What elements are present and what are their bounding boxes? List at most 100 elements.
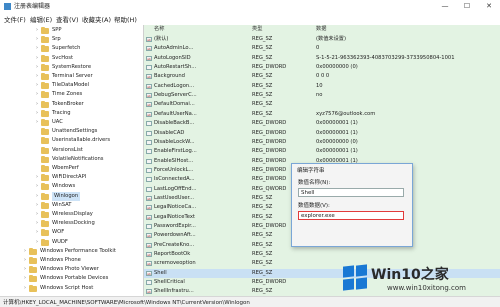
menu-file[interactable]: 文件(F): [4, 14, 26, 24]
win10-watermark: Win10之家 www.win10xitong.com: [343, 264, 500, 294]
value-name: PowerdownAft...: [154, 232, 196, 239]
folder-icon: [41, 27, 49, 34]
value-row[interactable]: AutoRestartSh... REG_DWORD 0x00000000 (0): [144, 63, 500, 72]
value-row[interactable]: ab ReportBootOk REG_SZ: [144, 250, 500, 259]
chevron-right-icon[interactable]: ›: [36, 201, 38, 210]
value-name: AutoAdminLo...: [154, 45, 194, 52]
folder-icon: [41, 174, 49, 182]
chevron-right-icon[interactable]: ›: [24, 274, 26, 283]
value-type: REG_SZ: [252, 269, 273, 276]
value-name: AutoRestartSh...: [154, 64, 197, 71]
value-row[interactable]: ab DefaultDomai... REG_SZ: [144, 100, 500, 109]
menu-edit[interactable]: 编辑(E): [30, 14, 52, 24]
menu-favorites[interactable]: 收藏夹(A): [82, 14, 111, 24]
value-data: 10: [316, 82, 323, 89]
value-row[interactable]: DisableCAD REG_DWORD 0x00000001 (1): [144, 129, 500, 138]
binary-value-icon: [146, 149, 152, 155]
chevron-right-icon[interactable]: ›: [36, 54, 38, 63]
value-type: REG_SZ: [252, 251, 273, 258]
value-row[interactable]: EnableFirstLog... REG_DWORD 0x00000001 (1): [144, 147, 500, 156]
value-row[interactable]: DisableBackB... REG_DWORD 0x00000001 (1): [144, 119, 500, 128]
chevron-right-icon[interactable]: ›: [36, 228, 38, 237]
chevron-right-icon[interactable]: ›: [36, 109, 38, 118]
string-value-icon: ab: [146, 205, 152, 211]
chevron-right-icon[interactable]: ›: [36, 238, 38, 247]
chevron-right-icon[interactable]: ›: [36, 182, 38, 191]
chevron-right-icon[interactable]: ›: [24, 284, 26, 293]
minimize-button[interactable]: —: [434, 0, 456, 13]
value-name: EnableFirstLog...: [154, 148, 197, 155]
chevron-right-icon[interactable]: ›: [36, 81, 38, 90]
tree-item-label: Tracing: [52, 109, 71, 116]
maximize-button[interactable]: ☐: [456, 0, 478, 13]
tree-item-label: SystemRestore: [52, 63, 92, 70]
chevron-right-icon[interactable]: ›: [36, 192, 38, 201]
tree-item-label: WOF: [52, 229, 65, 236]
value-data-field[interactable]: explorer.exe: [298, 211, 404, 220]
column-header-data[interactable]: 数据: [316, 25, 326, 34]
value-data: 0x00000000 (0): [316, 64, 358, 71]
chevron-right-icon[interactable]: ›: [36, 35, 38, 44]
value-type: REG_DWORD: [252, 166, 287, 173]
tree-item-label: UAC: [52, 119, 63, 125]
folder-icon: [41, 73, 49, 80]
chevron-right-icon[interactable]: ›: [24, 247, 26, 256]
menu-view[interactable]: 查看(V): [56, 14, 79, 24]
value-name-field[interactable]: Shell: [298, 188, 404, 197]
tree-item-label: SPP: [52, 27, 62, 33]
folder-icon: [41, 229, 49, 237]
folder-icon: [41, 54, 49, 62]
value-name: DefaultDomai...: [154, 101, 195, 108]
tree-item-label: Windows Phone: [40, 257, 81, 263]
value-row[interactable]: ab (默认) REG_SZ (数值未设置): [144, 35, 500, 44]
string-value-icon: ab: [146, 195, 152, 201]
chevron-right-icon[interactable]: ›: [36, 26, 38, 35]
chevron-right-icon[interactable]: ›: [36, 100, 38, 109]
value-type: REG_SZ: [252, 204, 273, 211]
tree-item-label: Windows Performance Toolkit: [40, 247, 116, 254]
tree-item-label: Terminal Server: [52, 73, 93, 79]
binary-value-icon: [146, 130, 152, 136]
chevron-right-icon[interactable]: ›: [24, 256, 26, 265]
tree-item-label: WinSAT: [52, 201, 72, 208]
value-row[interactable]: ab AutoLogonSID REG_SZ S-1-5-21-963362393-4…: [144, 54, 500, 63]
chevron-right-icon[interactable]: ›: [36, 219, 38, 228]
folder-icon: [41, 192, 49, 200]
value-row[interactable]: ab DebugServerC... REG_SZ no: [144, 91, 500, 100]
value-data: 0: [316, 45, 320, 52]
value-name: PasswordExpir...: [154, 223, 196, 229]
chevron-right-icon[interactable]: ›: [36, 72, 38, 81]
edit-string-dialog: 编辑字符串 数值名称(N): Shell 数值数据(V): explorer.e…: [291, 163, 413, 247]
menu-help[interactable]: 帮助(H): [114, 14, 137, 24]
registry-tree-pane[interactable]: › SPP › Srp › Superfetch › SvcHost › SystemRestor…: [0, 25, 144, 296]
close-button[interactable]: ✕: [478, 0, 500, 13]
value-type: REG_DWORD: [252, 148, 287, 155]
value-row[interactable]: DisableLockW... REG_DWORD 0x00000000 (0): [144, 138, 500, 147]
chevron-right-icon[interactable]: ›: [24, 265, 26, 274]
chevron-right-icon[interactable]: ›: [36, 63, 38, 72]
folder-icon: [41, 82, 49, 90]
value-data: xyz7576@outlook.com: [316, 110, 376, 117]
column-header-type[interactable]: 类型: [252, 25, 262, 34]
value-row[interactable]: ab CachedLogon... REG_SZ 10: [144, 82, 500, 91]
string-value-icon: ab: [146, 233, 152, 239]
value-name: ShellInfrastru...: [154, 288, 194, 295]
registry-values-pane[interactable]: 名称 类型 数据 ab (默认) REG_SZ (数值未设置) ab AutoAdminL…: [144, 25, 500, 296]
column-header-name[interactable]: 名称: [154, 25, 164, 34]
binary-value-icon: [146, 167, 152, 173]
chevron-right-icon[interactable]: ›: [36, 118, 38, 127]
value-row[interactable]: ab DefaultUserNa... REG_SZ xyz7576@outlook.…: [144, 110, 500, 119]
folder-icon: [41, 63, 49, 71]
value-type: REG_SZ: [252, 241, 273, 248]
chevron-right-icon[interactable]: ›: [36, 173, 38, 182]
folder-icon: [41, 100, 49, 108]
value-type: REG_SZ: [252, 92, 273, 99]
chevron-right-icon[interactable]: ›: [36, 210, 38, 219]
chevron-right-icon[interactable]: ›: [36, 90, 38, 99]
value-row[interactable]: ab AutoAdminLo... REG_SZ 0: [144, 44, 500, 53]
value-row[interactable]: ab Background REG_SZ 0 0 0: [144, 72, 500, 81]
value-name: LegalNoticeText: [154, 213, 195, 220]
tree-item-label: WUDF: [52, 238, 68, 245]
tree-item-label: WbemPerf: [52, 165, 79, 171]
chevron-right-icon[interactable]: ›: [36, 44, 38, 53]
